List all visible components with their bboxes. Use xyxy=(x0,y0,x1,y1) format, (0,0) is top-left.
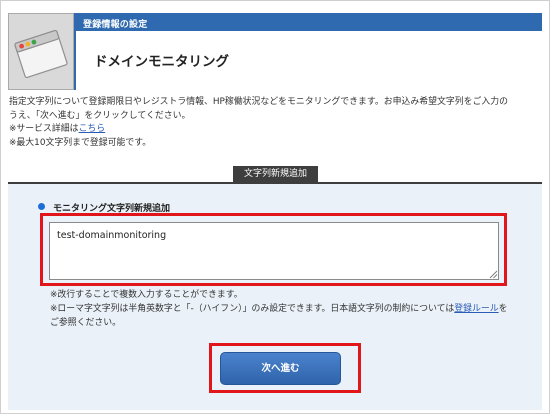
resize-grip-icon[interactable] xyxy=(489,270,498,279)
note-rules: ※ローマ字文字列は半角英数字と「-（ハイフン）」のみ設定できます。日本語文字列の… xyxy=(50,302,510,330)
section-tab: 文字列新規追加 xyxy=(233,166,318,183)
service-detail-prefix: ※サービス詳細は xyxy=(9,124,79,135)
next-button[interactable]: 次へ進む xyxy=(220,352,341,385)
note-newline: ※改行することで複数入力することができます。 xyxy=(50,290,243,300)
description-line-2: うえ、「次へ進む」をクリックしてください。 xyxy=(9,110,191,121)
browser-window-icon xyxy=(9,14,73,89)
description-line-4: ※最大10文字列まで登録可能です。 xyxy=(9,138,152,149)
page-header: 登録情報の設定 xyxy=(8,13,542,90)
header-icon-box xyxy=(8,13,74,90)
bullet-icon xyxy=(38,203,45,210)
page-title: ドメインモニタリング xyxy=(94,54,229,70)
note-rules-prefix: ※ローマ字文字列は半角英数字と「-（ハイフン）」のみ設定できます。日本語文字列の… xyxy=(50,304,455,314)
monitoring-string-textarea[interactable]: test-domainmonitoring xyxy=(49,222,499,280)
header-subtitle: 登録情報の設定 xyxy=(83,20,148,30)
description-line-1: 指定文字列について登録期限日やレジストラ情報、HP稼働状況などをモニタリングでき… xyxy=(9,97,508,107)
registration-rules-link[interactable]: 登録ルール xyxy=(454,304,498,314)
description: 指定文字列について登録期限日やレジストラ情報、HP稼働状況などをモニタリングでき… xyxy=(9,96,549,151)
description-line-3: ※サービス詳細はこちら xyxy=(9,123,549,137)
service-detail-link[interactable]: こちら xyxy=(79,124,106,134)
